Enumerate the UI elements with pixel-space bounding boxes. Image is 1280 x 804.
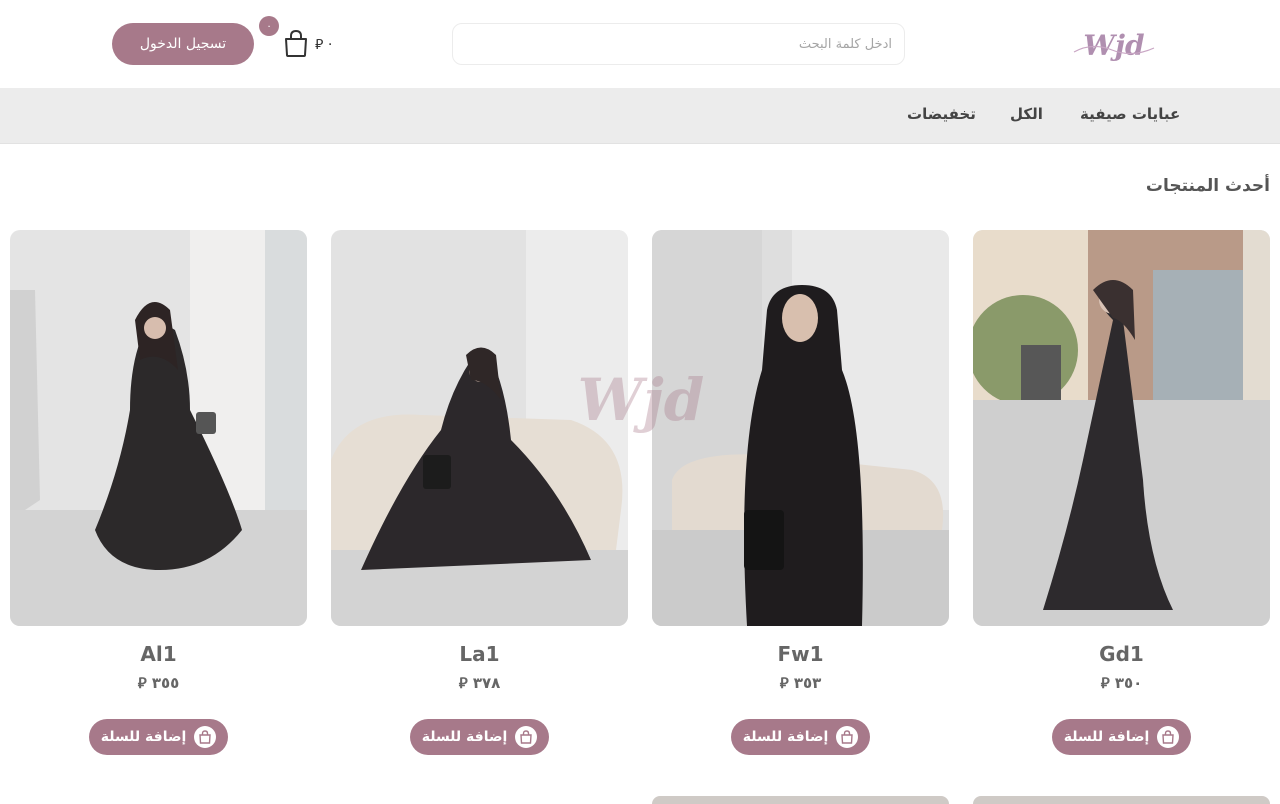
product-name[interactable]: La1 — [331, 642, 628, 666]
section-title: أحدث المنتجات — [1145, 176, 1270, 196]
shopping-bag-icon — [515, 726, 538, 748]
product-price: ⃁ ٣٧٨ — [458, 674, 501, 692]
product-card[interactable]: Al1 ⃁ ٣٥٥ إضافة للسلة — [10, 230, 307, 755]
search-input[interactable] — [453, 24, 904, 64]
riyal-currency-icon: ⃁ — [315, 37, 324, 53]
product-card[interactable]: Gd1 ⃁ ٣٥٠ إضافة للسلة — [973, 230, 1270, 755]
riyal-currency-icon: ⃁ — [779, 674, 794, 692]
shopping-bag-icon — [836, 726, 859, 748]
product-image[interactable] — [973, 230, 1270, 626]
cart-bag-icon[interactable] — [282, 28, 310, 58]
cart-total: ⃁ ٠ — [315, 33, 334, 55]
riyal-currency-icon: ⃁ — [1100, 674, 1115, 692]
add-to-cart-button[interactable]: إضافة للسلة — [410, 719, 549, 755]
login-button[interactable]: تسجيل الدخول — [112, 23, 254, 65]
cart-total-value: ٠ — [326, 36, 334, 52]
product-name[interactable]: Gd1 — [973, 642, 1270, 666]
shopping-bag-icon — [194, 726, 217, 748]
riyal-currency-icon: ⃁ — [458, 674, 473, 692]
product-name[interactable]: Al1 — [10, 642, 307, 666]
product-image[interactable] — [331, 230, 628, 626]
product-card[interactable]: La1 ⃁ ٣٧٨ إضافة للسلة — [331, 230, 628, 755]
site-header: Wjd ⃁ ٠ ٠ تسجيل الدخول — [0, 0, 1280, 88]
shopping-bag-icon — [1157, 726, 1180, 748]
add-to-cart-button[interactable]: إضافة للسلة — [1052, 719, 1191, 755]
add-to-cart-button[interactable]: إضافة للسلة — [731, 719, 870, 755]
brand-logo[interactable]: Wjd — [1072, 28, 1156, 64]
svg-text:Wjd: Wjd — [1083, 29, 1144, 62]
product-name[interactable]: Fw1 — [652, 642, 949, 666]
product-card[interactable]: Fw1 ⃁ ٣٥٣ إضافة للسلة — [652, 230, 949, 755]
product-card-peek — [652, 796, 949, 804]
product-image[interactable] — [10, 230, 307, 626]
product-card-peek — [973, 796, 1270, 804]
product-price: ⃁ ٣٥٥ — [137, 674, 180, 692]
cart-count-badge: ٠ — [259, 16, 279, 36]
category-nav: عبايات صيفية الكل تخفيضات — [0, 88, 1280, 144]
product-price: ⃁ ٣٥٠ — [1100, 674, 1143, 692]
search-bar[interactable] — [452, 23, 905, 65]
nav-item-discounts[interactable]: تخفيضات — [907, 105, 976, 123]
product-price: ⃁ ٣٥٣ — [779, 674, 822, 692]
product-image[interactable] — [652, 230, 949, 626]
add-to-cart-button[interactable]: إضافة للسلة — [89, 719, 228, 755]
riyal-currency-icon: ⃁ — [137, 674, 152, 692]
nav-item-all[interactable]: الكل — [1010, 105, 1043, 123]
nav-item-summer-abayas[interactable]: عبايات صيفية — [1080, 105, 1180, 123]
